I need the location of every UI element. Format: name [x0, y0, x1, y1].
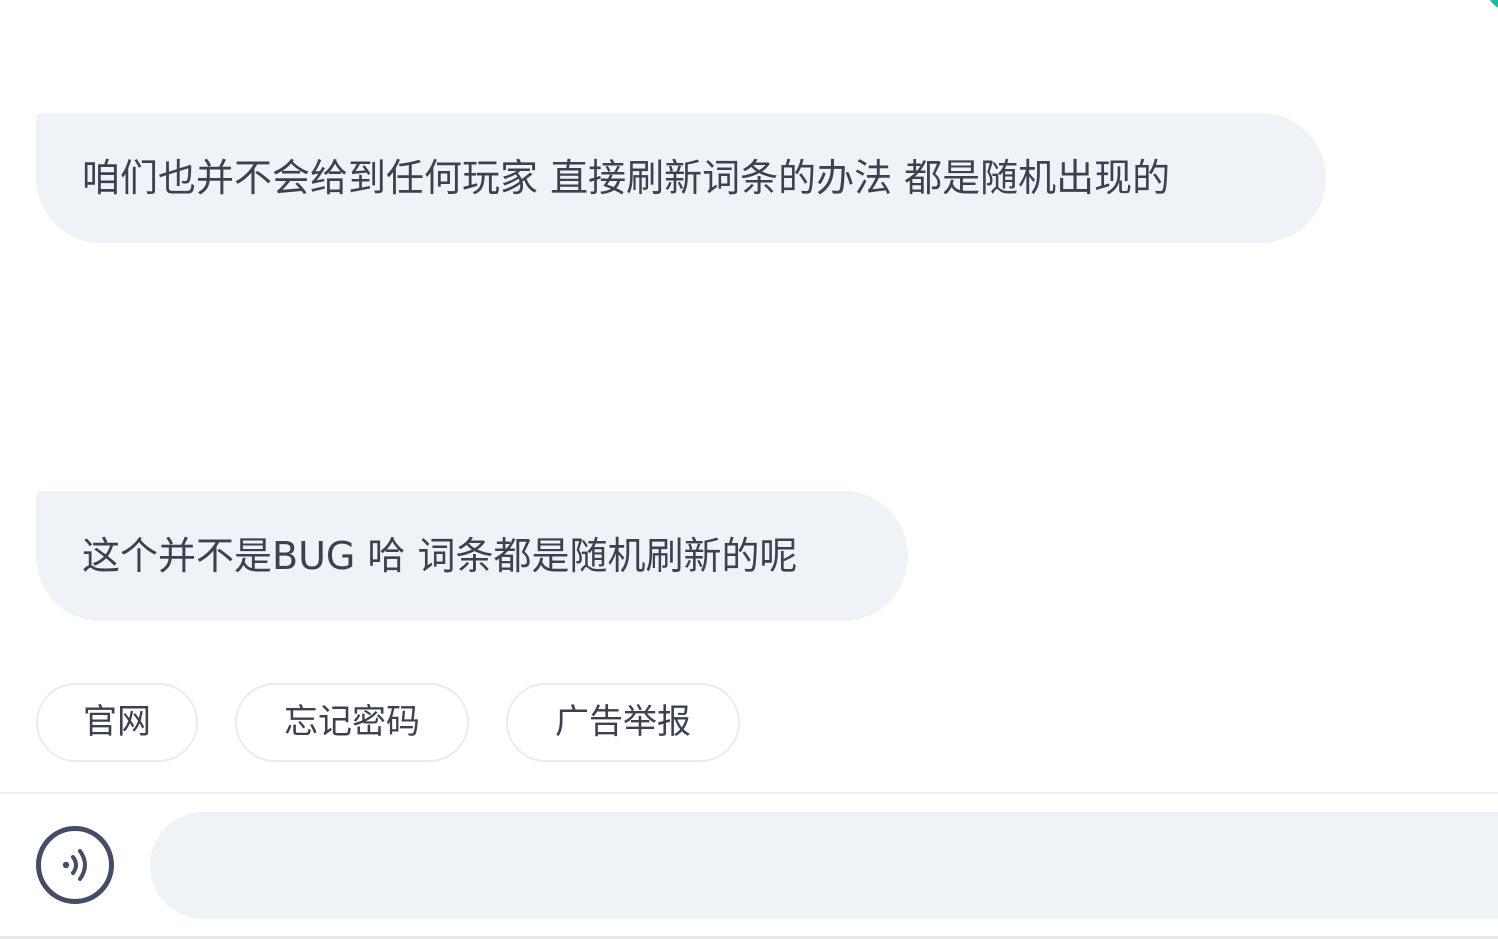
chat-page: 咱们也并不会给到任何玩家 直接刷新词条的办法 都是随机出现的 这个并不是BUG …	[0, 0, 1498, 939]
voice-input-button[interactable]	[36, 826, 114, 904]
input-bar	[0, 794, 1498, 939]
voice-input-icon	[62, 849, 87, 881]
quick-reply-ad-report[interactable]: 广告举报	[506, 683, 740, 762]
message-bubble: 这个并不是BUG 哈 词条都是随机刷新的呢	[36, 491, 908, 621]
quick-reply-forgot-password[interactable]: 忘记密码	[235, 683, 469, 762]
message-input[interactable]	[150, 812, 1498, 919]
message-bubble: 咱们也并不会给到任何玩家 直接刷新词条的办法 都是随机出现的	[36, 113, 1326, 243]
message-text: 咱们也并不会给到任何玩家 直接刷新词条的办法 都是随机出现的	[82, 156, 1171, 200]
message-text: 这个并不是BUG 哈 词条都是随机刷新的呢	[82, 534, 798, 578]
message-list: 咱们也并不会给到任何玩家 直接刷新词条的办法 都是随机出现的 这个并不是BUG …	[0, 0, 1498, 792]
quick-reply-bar: 官网 忘记密码 广告举报	[36, 683, 740, 762]
quick-reply-official-site[interactable]: 官网	[36, 683, 198, 762]
